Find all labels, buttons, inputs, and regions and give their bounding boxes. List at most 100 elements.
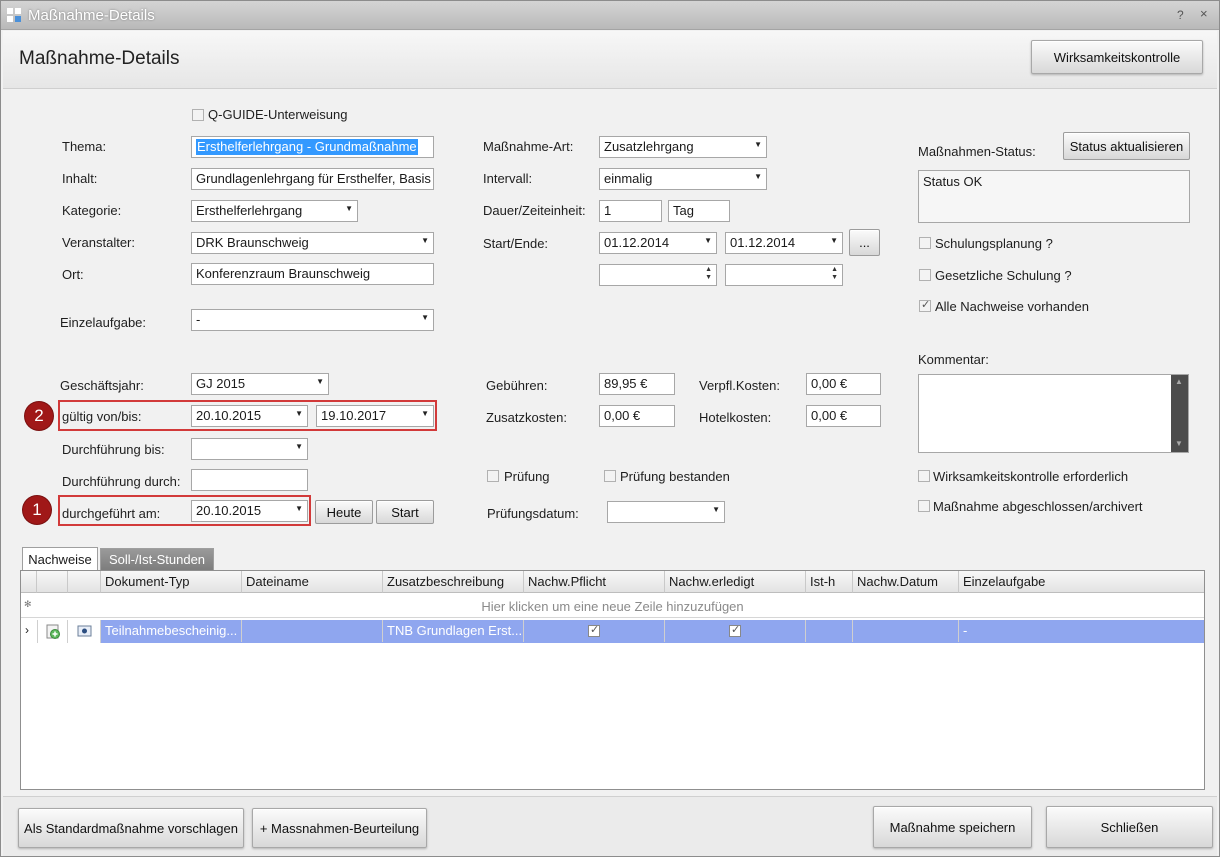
start-button[interactable]: Start <box>376 500 434 524</box>
more-dates-button[interactable]: ... <box>849 229 880 256</box>
gebuehren-input[interactable]: 89,95 € <box>599 373 675 395</box>
end-date-select[interactable]: 01.12.2014 ▼ <box>725 232 843 254</box>
kategorie-value: Ersthelferlehrgang <box>196 203 303 218</box>
zeiteinheit-input[interactable]: Tag <box>668 200 730 222</box>
add-document-icon[interactable] <box>46 624 61 639</box>
spinner-arrows-icon[interactable]: ▲ ▼ <box>831 266 838 282</box>
chevron-down-icon: ▼ <box>316 377 324 386</box>
dauer-input[interactable]: 1 <box>599 200 662 222</box>
wirksamkeit-checkbox[interactable] <box>918 470 930 482</box>
pflicht-checkbox[interactable] <box>588 623 600 637</box>
cell-nachw-datum[interactable] <box>853 620 959 642</box>
start-time-spinner[interactable]: ▲ ▼ <box>599 264 717 286</box>
cell-nachw-erledigt[interactable] <box>665 620 806 642</box>
dialog-window: Maßnahme-Details ? × Maßnahme-Details Wi… <box>0 0 1220 857</box>
durchgefuehrt-am-select[interactable]: 20.10.2015 ▼ <box>191 500 308 522</box>
grid-header-nachw-erledigt[interactable]: Nachw.erledigt <box>665 571 806 593</box>
massnahmen-beurteilung-button[interactable]: + Massnahmen-Beurteilung <box>252 808 427 848</box>
cell-zusatzbeschreibung[interactable]: TNB Grundlagen Erst... <box>383 620 524 642</box>
kommentar-scrollbar[interactable]: ▲ ▼ <box>1171 375 1188 452</box>
row-add-cell[interactable] <box>37 620 68 643</box>
pruefung-bestanden-label: Prüfung bestanden <box>620 469 730 484</box>
scroll-up-icon[interactable]: ▲ <box>1175 377 1183 386</box>
grid-header-dokument-typ[interactable]: Dokument-Typ <box>101 571 242 593</box>
durchgefuehrt-am-label: durchgeführt am: <box>62 506 161 521</box>
hotelkosten-input[interactable]: 0,00 € <box>806 405 881 427</box>
qguide-checkbox[interactable] <box>192 109 204 121</box>
cell-dokument-typ[interactable]: Teilnahmebescheinig... <box>101 620 242 642</box>
pruefung-checkbox[interactable] <box>487 470 499 482</box>
intervall-label: Intervall: <box>483 171 533 186</box>
kategorie-select[interactable]: Ersthelferlehrgang ▼ <box>191 200 358 222</box>
pruefungsdatum-select[interactable]: ▼ <box>607 501 725 523</box>
thema-value: Ersthelferlehrgang - Grundmaßnahme <box>196 139 418 155</box>
gueltig-from-select[interactable]: 20.10.2015 ▼ <box>191 405 308 427</box>
tab-soll-ist-stunden[interactable]: Soll-/Ist-Stunden <box>100 548 214 570</box>
alle-nachweise-checkbox[interactable] <box>919 298 931 312</box>
geschaeftsjahr-select[interactable]: GJ 2015 ▼ <box>191 373 329 395</box>
grid-header-ist-h[interactable]: Ist-h <box>806 571 853 593</box>
chevron-down-icon: ▼ <box>421 409 429 418</box>
erledigt-checkbox[interactable] <box>729 623 741 637</box>
new-row[interactable]: ✻ Hier klicken um eine neue Zeile hinzuz… <box>21 594 1204 618</box>
gesetzliche-schulung-checkbox[interactable] <box>919 269 931 281</box>
durchfuehrung-durch-input[interactable] <box>191 469 308 491</box>
save-button[interactable]: Maßnahme speichern <box>873 806 1032 848</box>
cell-nachw-pflicht[interactable] <box>524 620 665 642</box>
start-date-select[interactable]: 01.12.2014 ▼ <box>599 232 717 254</box>
grid-header-einzelaufgabe[interactable]: Einzelaufgabe <box>959 571 1204 593</box>
chevron-down-icon: ▼ <box>421 313 429 322</box>
kommentar-input[interactable] <box>918 374 1189 453</box>
zusatzkosten-input[interactable]: 0,00 € <box>599 405 675 427</box>
spinner-arrows-icon[interactable]: ▲ ▼ <box>705 266 712 282</box>
table-row[interactable]: › Teilnahmebescheinig... TNB Grundlagen … <box>21 620 1204 643</box>
einzelaufgabe-select[interactable]: - ▼ <box>191 309 434 331</box>
cell-dateiname[interactable] <box>242 620 383 642</box>
abgeschlossen-checkbox[interactable] <box>918 500 930 512</box>
grid-header-indicator <box>21 571 37 593</box>
end-time-spinner[interactable]: ▲ ▼ <box>725 264 843 286</box>
annotation-badge-1: 1 <box>23 496 51 524</box>
veranstalter-select[interactable]: DRK Braunschweig ▼ <box>191 232 434 254</box>
page-title: Maßnahme-Details <box>19 48 180 69</box>
heute-button[interactable]: Heute <box>315 500 373 524</box>
tab-nachweise[interactable]: Nachweise <box>22 547 98 571</box>
durchfuehrung-bis-select[interactable]: ▼ <box>191 438 308 460</box>
standard-massnahme-button[interactable]: Als Standardmaßnahme vorschlagen <box>18 808 244 848</box>
inhalt-input[interactable]: Grundlagenlehrgang für Ersthelfer, Basis <box>191 168 434 190</box>
view-document-icon[interactable] <box>77 625 93 638</box>
grid-header-zusatzbeschreibung[interactable]: Zusatzbeschreibung <box>383 571 524 593</box>
schulungsplanung-label: Schulungsplanung ? <box>935 236 1053 251</box>
status-display: Status OK <box>918 170 1190 223</box>
grid-header-nachw-datum[interactable]: Nachw.Datum <box>853 571 959 593</box>
title-bar: Maßnahme-Details ? × <box>1 1 1219 30</box>
help-icon[interactable]: ? <box>1177 8 1184 22</box>
zeiteinheit-value: Tag <box>673 203 694 218</box>
close-button[interactable]: Schließen <box>1046 806 1213 848</box>
schulungsplanung-checkbox[interactable] <box>919 237 931 249</box>
zusatzkosten-label: Zusatzkosten: <box>486 410 567 425</box>
effectiveness-button[interactable]: Wirksamkeitskontrolle <box>1031 40 1203 74</box>
scroll-down-icon[interactable]: ▼ <box>1175 439 1183 448</box>
close-icon[interactable]: × <box>1200 6 1208 21</box>
gueltig-to-select[interactable]: 19.10.2017 ▼ <box>316 405 434 427</box>
massnahme-art-select[interactable]: Zusatzlehrgang ▼ <box>599 136 767 158</box>
cell-ist-h[interactable] <box>806 620 853 642</box>
gebuehren-value: 89,95 € <box>604 376 648 391</box>
intervall-select[interactable]: einmalig ▼ <box>599 168 767 190</box>
cell-einzelaufgabe[interactable]: - <box>959 620 1204 642</box>
verpfl-kosten-value: 0,00 € <box>811 376 848 391</box>
row-view-cell[interactable] <box>68 620 101 643</box>
verpfl-kosten-input[interactable]: 0,00 € <box>806 373 881 395</box>
einzelaufgabe-label: Einzelaufgabe: <box>60 315 147 330</box>
chevron-down-icon: ▼ <box>295 442 303 451</box>
start-ende-label: Start/Ende: <box>483 236 549 251</box>
grid-header-nachw-pflicht[interactable]: Nachw.Pflicht <box>524 571 665 593</box>
ort-input[interactable]: Konferenzraum Braunschweig <box>191 263 434 285</box>
window-title: Maßnahme-Details <box>28 7 155 24</box>
grid-header-dateiname[interactable]: Dateiname <box>242 571 383 593</box>
status-update-button[interactable]: Status aktualisieren <box>1063 132 1190 160</box>
pruefung-label: Prüfung <box>504 469 550 484</box>
thema-input[interactable]: Ersthelferlehrgang - Grundmaßnahme <box>191 136 434 158</box>
pruefung-bestanden-checkbox[interactable] <box>604 470 616 482</box>
